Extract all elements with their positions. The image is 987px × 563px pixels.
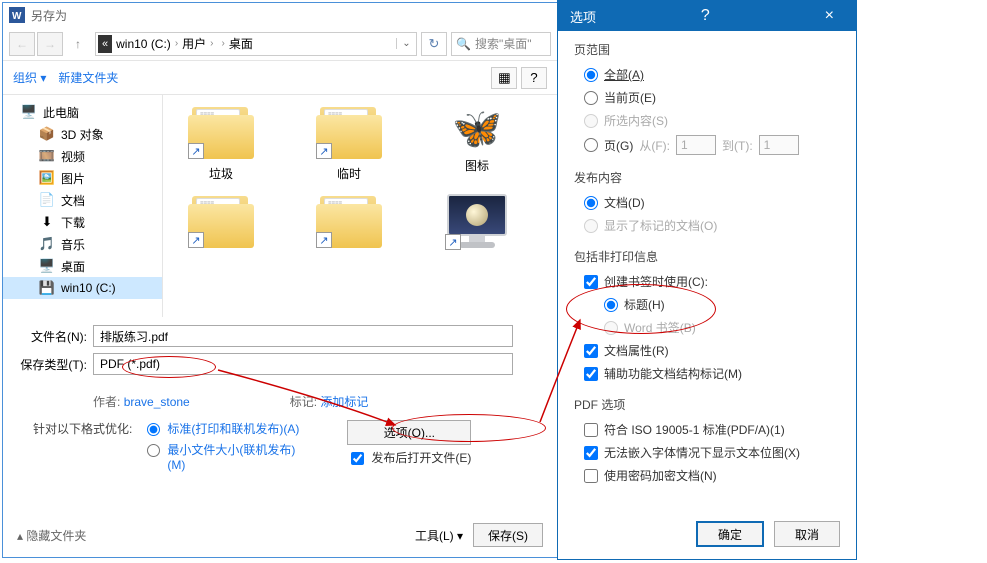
annotation-arrows bbox=[0, 0, 987, 563]
